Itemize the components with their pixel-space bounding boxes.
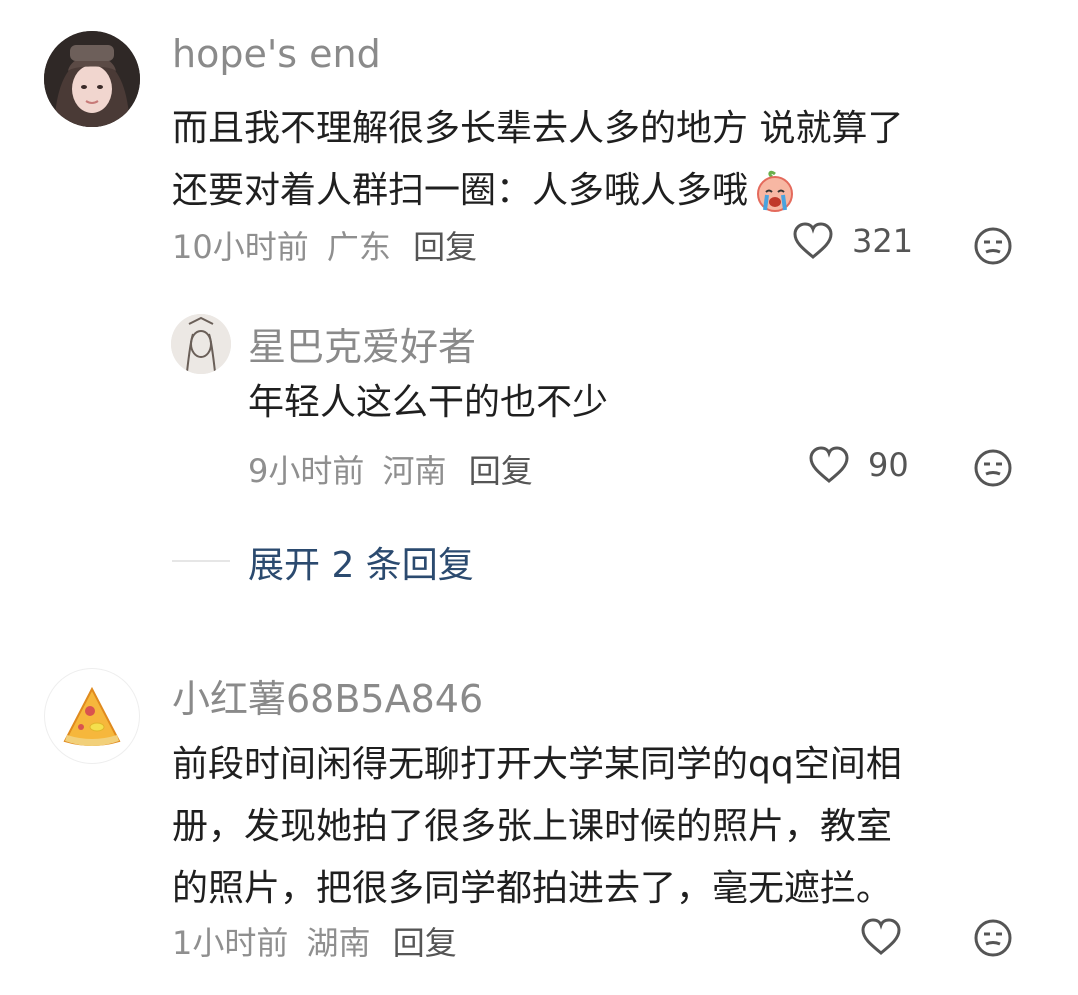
comment-location: 湖南 [306,924,371,962]
comment-meta: 10小时前 广东 回复 [172,222,477,268]
like-button[interactable]: 321 [792,222,913,260]
pizza-slice-icon [63,686,121,746]
comment-meta: 1小时前 湖南 回复 [172,918,457,964]
reply-time: 9小时前 [248,452,365,490]
comment-line: 册，发现她拍了很多张上课时候的照片，教室 [172,806,893,847]
reply-meta: 9小时前 河南 回复 [248,446,533,492]
like-button[interactable]: 90 [808,446,909,484]
heart-icon [860,918,902,956]
reply-button[interactable]: 回复 [413,228,477,266]
comment-line-text: 还要对着人群扫一圈：人多哦人多哦 [172,170,749,211]
dislike-face-icon[interactable] [973,448,1013,488]
comment-time: 1小时前 [172,924,289,962]
comment-text: 前段时间闲得无聊打开大学某同学的qq空间相 册，发现她拍了很多张上课时候的照片，… [172,734,902,920]
like-count: 321 [852,222,914,260]
reply-button[interactable]: 回复 [393,924,457,962]
crying-peach-sticker-icon [752,168,798,214]
reply-button[interactable]: 回复 [469,452,533,490]
avatar[interactable] [44,668,140,764]
comment-time: 10小时前 [172,228,309,266]
comment-username[interactable]: 小红薯68B5A846 [172,668,483,723]
expand-divider [172,560,230,562]
reply-text: 年轻人这么干的也不少 [248,382,609,423]
comment-line: 而且我不理解很多长辈去人多的地方 说就算了 [172,108,904,149]
like-button[interactable] [860,918,902,956]
like-count: 90 [868,446,909,484]
comment-line: 前段时间闲得无聊打开大学某同学的qq空间相 [172,744,902,785]
avatar[interactable] [171,314,231,374]
dislike-face-icon[interactable] [973,226,1013,266]
comment-line: 的照片，把很多同学都拍进去了，毫无遮拦。 [172,868,893,909]
dislike-face-icon[interactable] [973,918,1013,958]
reply-username[interactable]: 星巴克爱好者 [248,316,476,371]
comment-username[interactable]: hope's end [172,32,381,76]
comment-location: 广东 [326,228,391,266]
reply-location: 河南 [382,452,447,490]
comment-line: 还要对着人群扫一圈：人多哦人多哦 [172,160,903,222]
heart-icon [792,222,834,260]
comment-text: 而且我不理解很多长辈去人多的地方 说就算了 还要对着人群扫一圈：人多哦人多哦 [172,98,903,222]
avatar[interactable] [44,31,140,127]
expand-replies-button[interactable]: 展开 2 条回复 [248,536,474,588]
heart-icon [808,446,850,484]
